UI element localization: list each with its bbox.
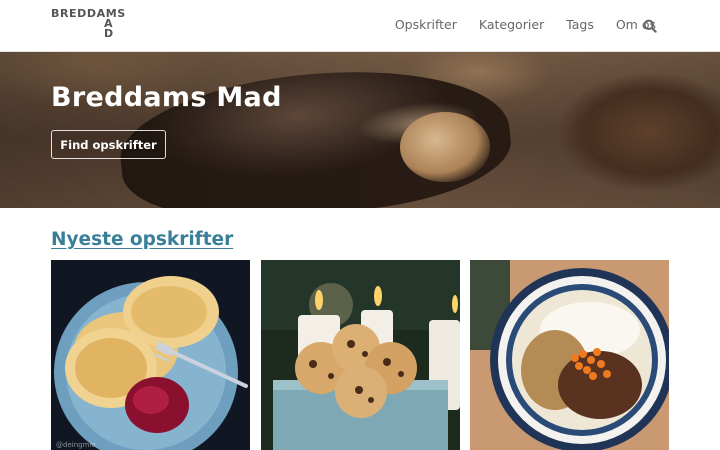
- latest-recipes-heading[interactable]: Nyeste opskrifter: [51, 229, 233, 250]
- logo-line-1: BREDDAMS: [51, 7, 126, 20]
- hero-banner: Breddams Mad Find opskrifter: [0, 52, 720, 208]
- nav-item-kategorier[interactable]: Kategorier: [479, 17, 544, 32]
- nav-item-opskrifter[interactable]: Opskrifter: [395, 17, 457, 32]
- logo-letter-d: D: [104, 27, 114, 40]
- find-recipes-button[interactable]: Find opskrifter: [51, 130, 166, 159]
- recipe-card[interactable]: [261, 260, 460, 450]
- recipe-card[interactable]: [470, 260, 669, 450]
- site-header: BREDDAMS A D Opskrifter Kategorier Tags …: [0, 0, 720, 52]
- search-icon[interactable]: [643, 18, 657, 33]
- main-nav: Opskrifter Kategorier Tags Om os: [395, 17, 656, 32]
- pancakes-image: [51, 260, 250, 450]
- photo-credit: @deingmie: [56, 441, 96, 449]
- nav-item-tags[interactable]: Tags: [566, 17, 594, 32]
- porridge-image: [470, 260, 669, 450]
- logo-line-2: A D: [51, 18, 126, 40]
- site-logo[interactable]: BREDDAMS A D: [51, 7, 126, 40]
- recipe-card[interactable]: @deingmie: [51, 260, 250, 450]
- cookies-image: [261, 260, 460, 450]
- hero-title: Breddams Mad: [51, 82, 282, 113]
